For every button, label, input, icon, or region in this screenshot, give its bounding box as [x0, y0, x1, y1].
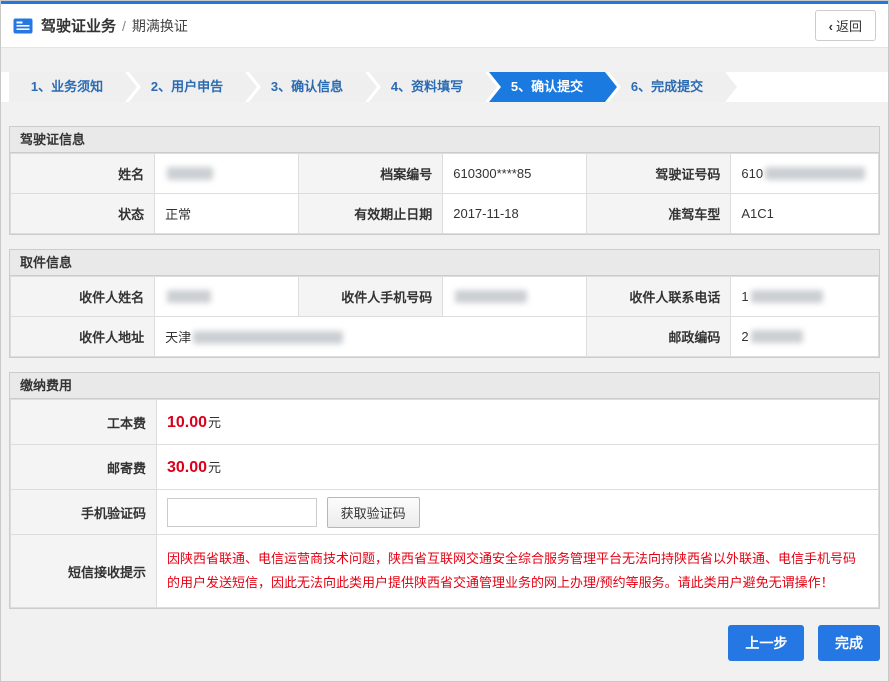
table-row: 状态 正常 有效期止日期 2017-11-18 准驾车型 A1C1	[11, 194, 879, 234]
name-value	[155, 154, 299, 194]
step-label: 2、用户申告	[151, 79, 223, 94]
redacted-recipient-address	[193, 331, 343, 344]
step-confirm-submit: 5、确认提交	[489, 72, 605, 102]
payment-table: 工本费 10.00元 邮寄费 30.00元 手机验证码 获取验证码 短信接收提示	[10, 399, 879, 608]
recipient-address-text: 天津	[165, 330, 191, 345]
production-fee-label: 工本费	[11, 400, 157, 445]
sms-notice-label: 短信接收提示	[11, 535, 157, 608]
production-fee-amount: 10.00	[167, 414, 207, 431]
license-section-title: 驾驶证信息	[10, 127, 879, 153]
vehicle-type-value: A1C1	[731, 194, 879, 234]
postal-code-value: 2	[731, 317, 879, 357]
pickup-section-title: 取件信息	[10, 250, 879, 276]
main-content: 驾驶证信息 姓名 档案编号 610300****85 驾驶证号码 610 状态 …	[9, 126, 880, 609]
sms-code-input[interactable]	[167, 498, 317, 527]
step-fill-data: 4、资料填写	[369, 72, 485, 102]
step-user-declaration: 2、用户申告	[129, 72, 245, 102]
sms-notice-text: 因陕西省联通、电信运营商技术问题，陕西省互联网交通安全综合服务管理平台无法向持陕…	[167, 547, 858, 595]
redacted-license-number	[765, 167, 865, 180]
title-divider: /	[122, 18, 126, 34]
postage-fee-value: 30.00元	[157, 445, 879, 490]
license-info-section: 驾驶证信息 姓名 档案编号 610300****85 驾驶证号码 610 状态 …	[9, 126, 880, 235]
table-row: 收件人地址 天津 邮政编码 2	[11, 317, 879, 357]
payment-section-title: 缴纳费用	[10, 373, 879, 399]
back-chevron-icon: ‹	[829, 19, 833, 34]
page-title: 驾驶证业务	[41, 15, 116, 36]
step-wizard: 1、业务须知 2、用户申告 3、确认信息 4、资料填写 5、确认提交 6、完成提…	[1, 72, 888, 102]
table-row: 短信接收提示 因陕西省联通、电信运营商技术问题，陕西省互联网交通安全综合服务管理…	[11, 535, 879, 608]
table-row: 手机验证码 获取验证码	[11, 490, 879, 535]
step-wizard-strip: 1、业务须知 2、用户申告 3、确认信息 4、资料填写 5、确认提交 6、完成提…	[1, 72, 888, 102]
license-number-value: 610	[731, 154, 879, 194]
back-button-label: 返回	[836, 19, 862, 34]
status-label: 状态	[11, 194, 155, 234]
redacted-recipient-phone	[751, 290, 823, 303]
recipient-mobile-value	[443, 277, 587, 317]
redacted-postal-code	[751, 330, 803, 343]
pickup-info-table: 收件人姓名 收件人手机号码 收件人联系电话 1 收件人地址 天津 邮政编码 2	[10, 276, 879, 357]
step-confirm-info: 3、确认信息	[249, 72, 365, 102]
sms-notice-cell: 因陕西省联通、电信运营商技术问题，陕西省互联网交通安全综合服务管理平台无法向持陕…	[157, 535, 879, 608]
license-number-text: 610	[741, 166, 763, 181]
page-subtitle: 期满换证	[132, 16, 188, 36]
recipient-mobile-label: 收件人手机号码	[299, 277, 443, 317]
drivers-license-renewal-page: 驾驶证业务 / 期满换证 ‹返回 1、业务须知 2、用户申告 3、确认信息 4、…	[0, 0, 889, 682]
previous-step-button[interactable]: 上一步	[728, 625, 804, 661]
table-row: 工本费 10.00元	[11, 400, 879, 445]
name-label: 姓名	[11, 154, 155, 194]
production-fee-value: 10.00元	[157, 400, 879, 445]
recipient-address-value: 天津	[155, 317, 587, 357]
finish-button[interactable]: 完成	[818, 625, 880, 661]
license-info-table: 姓名 档案编号 610300****85 驾驶证号码 610 状态 正常 有效期…	[10, 153, 879, 234]
production-fee-unit: 元	[208, 415, 221, 430]
sms-code-label: 手机验证码	[11, 490, 157, 535]
table-row: 收件人姓名 收件人手机号码 收件人联系电话 1	[11, 277, 879, 317]
step-label: 1、业务须知	[31, 79, 103, 94]
postage-fee-label: 邮寄费	[11, 445, 157, 490]
postage-fee-unit: 元	[208, 460, 221, 475]
redacted-recipient-name	[167, 290, 211, 303]
step-complete-submit: 6、完成提交	[609, 72, 725, 102]
back-button[interactable]: ‹返回	[815, 10, 876, 41]
status-value: 正常	[155, 194, 299, 234]
step-label: 3、确认信息	[271, 79, 343, 94]
redacted-name	[167, 167, 213, 180]
postal-code-text: 2	[741, 329, 748, 344]
file-number-label: 档案编号	[299, 154, 443, 194]
step-label: 6、完成提交	[631, 79, 703, 94]
expiry-label: 有效期止日期	[299, 194, 443, 234]
recipient-name-value	[155, 277, 299, 317]
table-row: 姓名 档案编号 610300****85 驾驶证号码 610	[11, 154, 879, 194]
license-number-label: 驾驶证号码	[587, 154, 731, 194]
recipient-phone-value: 1	[731, 277, 879, 317]
payment-section: 缴纳费用 工本费 10.00元 邮寄费 30.00元 手机验证码 获取验证码	[9, 372, 880, 609]
vehicle-type-label: 准驾车型	[587, 194, 731, 234]
pickup-info-section: 取件信息 收件人姓名 收件人手机号码 收件人联系电话 1 收件人地址 天津 邮政…	[9, 249, 880, 358]
recipient-name-label: 收件人姓名	[11, 277, 155, 317]
sms-code-cell: 获取验证码	[157, 490, 879, 535]
redacted-recipient-mobile	[455, 290, 527, 303]
recipient-phone-text: 1	[741, 289, 748, 304]
postage-fee-amount: 30.00	[167, 459, 207, 476]
step-label: 4、资料填写	[391, 79, 463, 94]
step-label: 5、确认提交	[511, 79, 583, 94]
recipient-phone-label: 收件人联系电话	[587, 277, 731, 317]
recipient-address-label: 收件人地址	[11, 317, 155, 357]
file-number-value: 610300****85	[443, 154, 587, 194]
get-sms-code-button[interactable]: 获取验证码	[327, 497, 420, 528]
postal-code-label: 邮政编码	[587, 317, 731, 357]
table-row: 邮寄费 30.00元	[11, 445, 879, 490]
page-header: 驾驶证业务 / 期满换证 ‹返回	[1, 4, 888, 48]
step-business-notice: 1、业务须知	[9, 72, 125, 102]
expiry-value: 2017-11-18	[443, 194, 587, 234]
license-business-icon	[13, 18, 33, 34]
footer-actions: 上一步 完成	[9, 625, 880, 661]
